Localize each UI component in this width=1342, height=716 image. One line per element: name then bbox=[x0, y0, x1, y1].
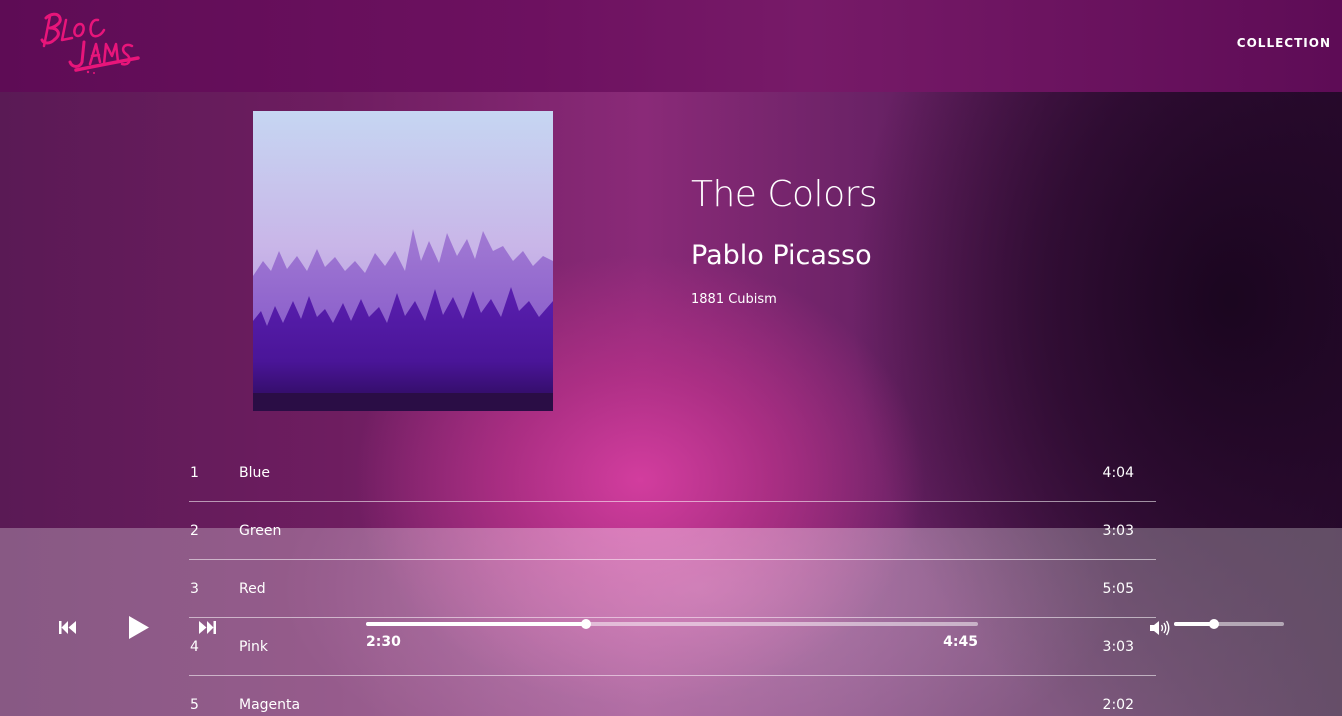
seek-bar[interactable]: 2:30 4:45 bbox=[366, 619, 978, 650]
next-track-icon[interactable] bbox=[198, 620, 216, 639]
album-artist: Pablo Picasso bbox=[691, 240, 872, 271]
total-time: 4:45 bbox=[943, 634, 978, 650]
volume-slider[interactable] bbox=[1174, 619, 1284, 629]
previous-track-icon[interactable] bbox=[59, 620, 77, 639]
play-icon[interactable] bbox=[128, 616, 149, 643]
volume-track[interactable] bbox=[1174, 619, 1284, 629]
nav-collection-link[interactable]: COLLECTION bbox=[1237, 36, 1331, 50]
album-info: The Colors Pablo Picasso 1881 Cubism bbox=[691, 170, 878, 310]
song-title: Blue bbox=[239, 465, 270, 481]
seek-track[interactable] bbox=[366, 619, 978, 629]
current-time: 2:30 bbox=[366, 634, 401, 650]
bloc-jams-logo[interactable] bbox=[36, 6, 146, 76]
volume-icon[interactable] bbox=[1150, 620, 1170, 640]
album-details: 1881 Cubism bbox=[691, 292, 777, 307]
volume-fill bbox=[1174, 622, 1214, 626]
song-duration: 4:04 bbox=[1102, 465, 1134, 481]
seek-fill bbox=[366, 622, 587, 626]
album-cover-image bbox=[253, 111, 553, 411]
album-title: The Colors bbox=[691, 174, 878, 215]
navbar: COLLECTION bbox=[0, 0, 1342, 92]
volume-thumb[interactable] bbox=[1208, 619, 1219, 629]
song-row[interactable]: 1 Blue 4:04 bbox=[189, 444, 1156, 502]
song-number: 1 bbox=[190, 465, 199, 481]
